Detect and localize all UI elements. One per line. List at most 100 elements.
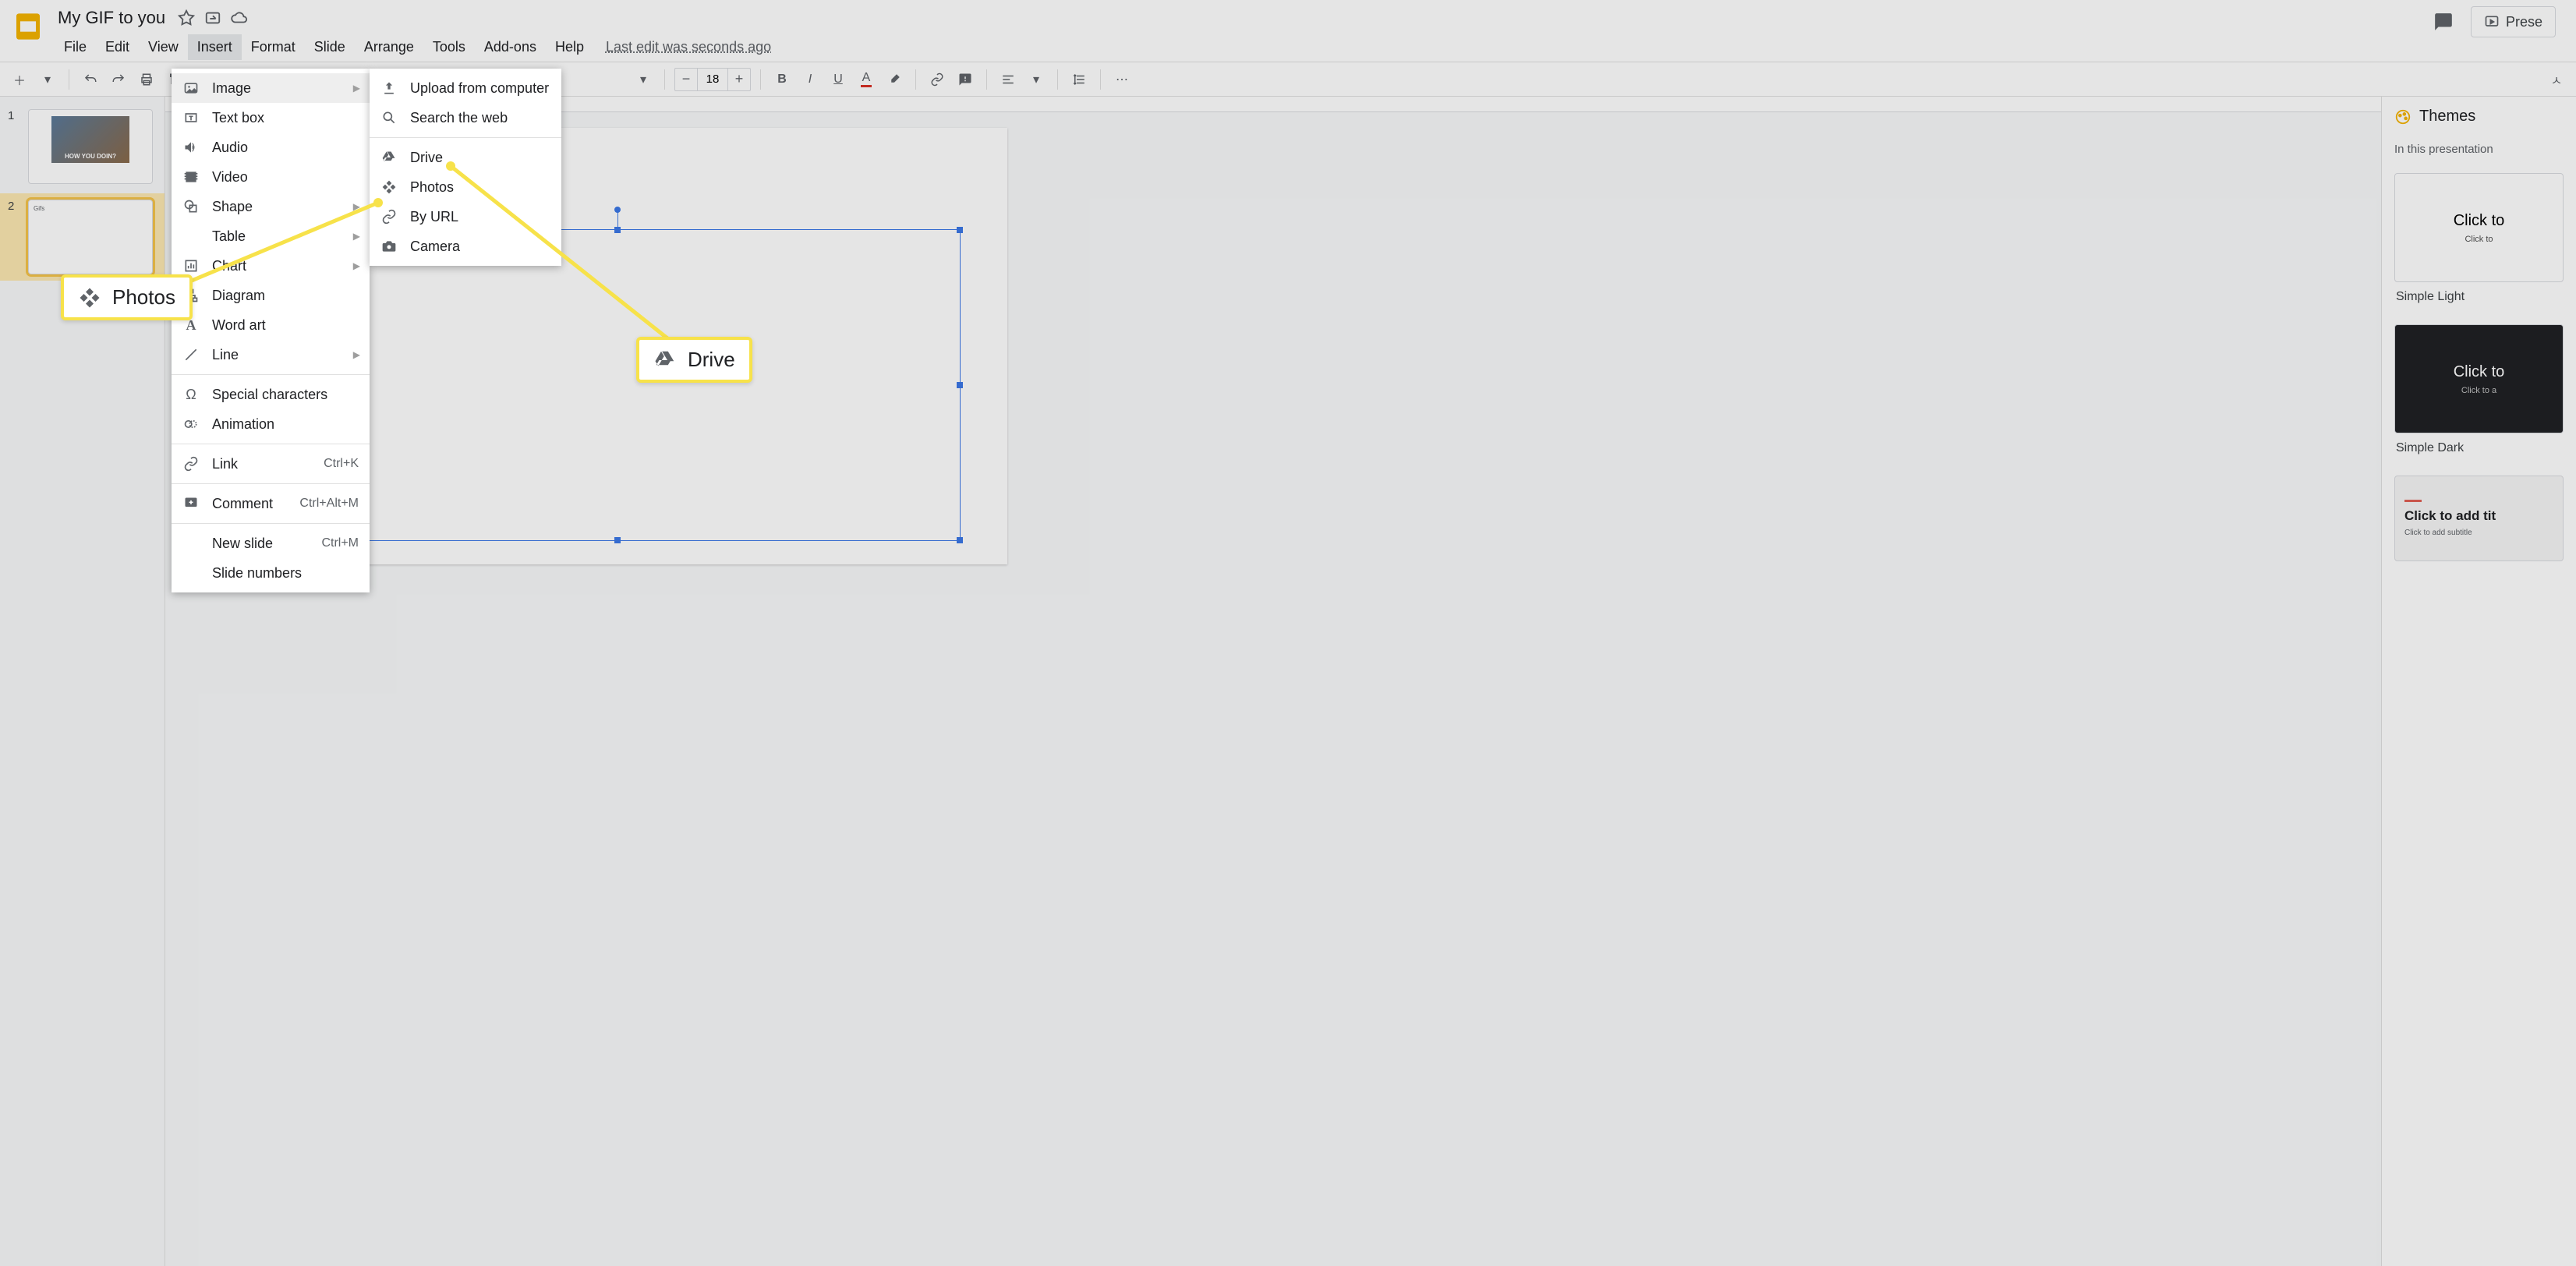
comments-icon[interactable] (2433, 12, 2454, 32)
insert-special-chars[interactable]: ΩSpecial characters (172, 380, 370, 409)
underline-button[interactable]: U (826, 68, 850, 91)
present-button[interactable]: Prese (2471, 6, 2556, 37)
link-icon (380, 208, 398, 225)
insert-line-label: Line (212, 347, 239, 363)
print-button[interactable] (135, 68, 158, 91)
align-dropdown[interactable]: ▾ (1024, 68, 1048, 91)
insert-video[interactable]: Video (172, 162, 370, 192)
font-size-input[interactable] (697, 69, 728, 90)
photos-icon (380, 179, 398, 196)
highlight-button[interactable] (883, 68, 906, 91)
cloud-icon[interactable] (231, 9, 248, 27)
insert-link-button[interactable] (925, 68, 949, 91)
insert-chart-label: Chart (212, 258, 246, 274)
themes-sub: In this presentation (2382, 136, 2576, 167)
theme-third[interactable]: Click to add titClick to add subtitle (2394, 476, 2564, 561)
menu-slide[interactable]: Slide (305, 34, 355, 60)
image-drive[interactable]: Drive (370, 143, 561, 172)
insert-slidenumbers-label: Slide numbers (212, 565, 302, 582)
resize-handle-tr[interactable] (957, 227, 963, 233)
comment-shortcut: Ctrl+Alt+M (299, 497, 359, 511)
insert-audio[interactable]: Audio (172, 133, 370, 162)
resize-handle-mr[interactable] (957, 382, 963, 388)
slide-thumbnail-2[interactable]: Gifs (28, 200, 153, 274)
insert-shape-label: Shape (212, 199, 253, 215)
menu-edit[interactable]: Edit (96, 34, 139, 60)
upload-icon (380, 80, 398, 97)
insert-diagram[interactable]: Diagram (172, 281, 370, 310)
canvas-area[interactable] (165, 97, 2381, 1266)
theme-dark-name: Simple Dark (2394, 433, 2564, 463)
video-icon (182, 168, 200, 186)
insert-comment[interactable]: CommentCtrl+Alt+M (172, 489, 370, 518)
theme-light-title: Click to (2454, 212, 2505, 230)
image-camera[interactable]: Camera (370, 232, 561, 261)
image-search-web[interactable]: Search the web (370, 103, 561, 133)
slides-logo-icon (12, 11, 44, 42)
resize-handle-tm[interactable] (614, 227, 621, 233)
theme-simple-dark[interactable]: Click toClick to a Simple Dark (2394, 324, 2564, 463)
newslide-shortcut: Ctrl+M (321, 536, 359, 550)
doc-title[interactable]: My GIF to you (55, 6, 168, 30)
theme-dark-title: Click to (2454, 363, 2505, 381)
text-color-button[interactable]: A (855, 68, 878, 91)
insert-animation[interactable]: Animation (172, 409, 370, 439)
bold-button[interactable]: B (770, 68, 794, 91)
image-photos[interactable]: Photos (370, 172, 561, 202)
insert-slide-numbers[interactable]: Slide numbers (172, 558, 370, 588)
star-icon[interactable] (178, 9, 195, 27)
font-size-decrease[interactable]: − (675, 71, 697, 87)
special-chars-icon: Ω (182, 386, 200, 403)
insert-image[interactable]: Image▶ (172, 73, 370, 103)
insert-menu: Image▶ Text box Audio Video Shape ▶ Table… (172, 69, 370, 592)
undo-button[interactable] (79, 68, 102, 91)
menu-file[interactable]: File (55, 34, 96, 60)
new-slide-dropdown[interactable]: ▾ (36, 68, 59, 91)
insert-wordart[interactable]: AWord art (172, 310, 370, 340)
font-size-increase[interactable]: + (728, 71, 750, 87)
chart-icon (182, 257, 200, 274)
callout-photos: Photos (61, 274, 193, 320)
slide-thumbnail-1[interactable]: HOW YOU DOIN? (28, 109, 153, 184)
italic-button[interactable]: I (798, 68, 822, 91)
redo-button[interactable] (107, 68, 130, 91)
insert-shape[interactable]: Shape ▶ (172, 192, 370, 221)
selected-text-frame[interactable] (274, 229, 961, 541)
menu-addons[interactable]: Add-ons (475, 34, 546, 60)
image-upload[interactable]: Upload from computer (370, 73, 561, 103)
menu-arrange[interactable]: Arrange (355, 34, 423, 60)
menu-format[interactable]: Format (242, 34, 305, 60)
line-spacing-button[interactable] (1067, 68, 1091, 91)
theme-simple-light[interactable]: Click toClick to Simple Light (2394, 173, 2564, 312)
insert-diagram-label: Diagram (212, 288, 265, 304)
insert-textbox[interactable]: Text box (172, 103, 370, 133)
font-dropdown[interactable]: ▾ (632, 68, 655, 91)
shape-icon (182, 198, 200, 215)
insert-wordart-label: Word art (212, 317, 266, 334)
menu-insert[interactable]: Insert (188, 34, 242, 60)
insert-new-slide[interactable]: New slideCtrl+M (172, 529, 370, 558)
insert-link[interactable]: LinkCtrl+K (172, 449, 370, 479)
insert-table[interactable]: Table▶ (172, 221, 370, 251)
resize-handle-br[interactable] (957, 537, 963, 543)
menu-help[interactable]: Help (546, 34, 593, 60)
image-by-url[interactable]: By URL (370, 202, 561, 232)
align-button[interactable] (996, 68, 1020, 91)
new-slide-button[interactable]: ＋ (8, 68, 31, 91)
submenu-arrow-icon: ▶ (353, 83, 360, 94)
rotate-handle[interactable] (614, 207, 621, 213)
image-upload-label: Upload from computer (410, 80, 549, 97)
insert-line[interactable]: Line▶ (172, 340, 370, 370)
submenu-arrow-icon: ▶ (353, 201, 360, 212)
last-edit[interactable]: Last edit was seconds ago (606, 34, 771, 60)
collapse-toolbar-button[interactable]: ㅅ (2545, 68, 2568, 91)
menu-tools[interactable]: Tools (423, 34, 475, 60)
insert-chart[interactable]: Chart▶ (172, 251, 370, 281)
insert-video-label: Video (212, 169, 248, 186)
thumb1-image: HOW YOU DOIN? (51, 116, 129, 163)
insert-comment-button[interactable] (954, 68, 977, 91)
more-button[interactable]: ⋯ (1110, 68, 1134, 91)
menu-view[interactable]: View (139, 34, 188, 60)
resize-handle-bm[interactable] (614, 537, 621, 543)
move-icon[interactable] (204, 9, 221, 27)
